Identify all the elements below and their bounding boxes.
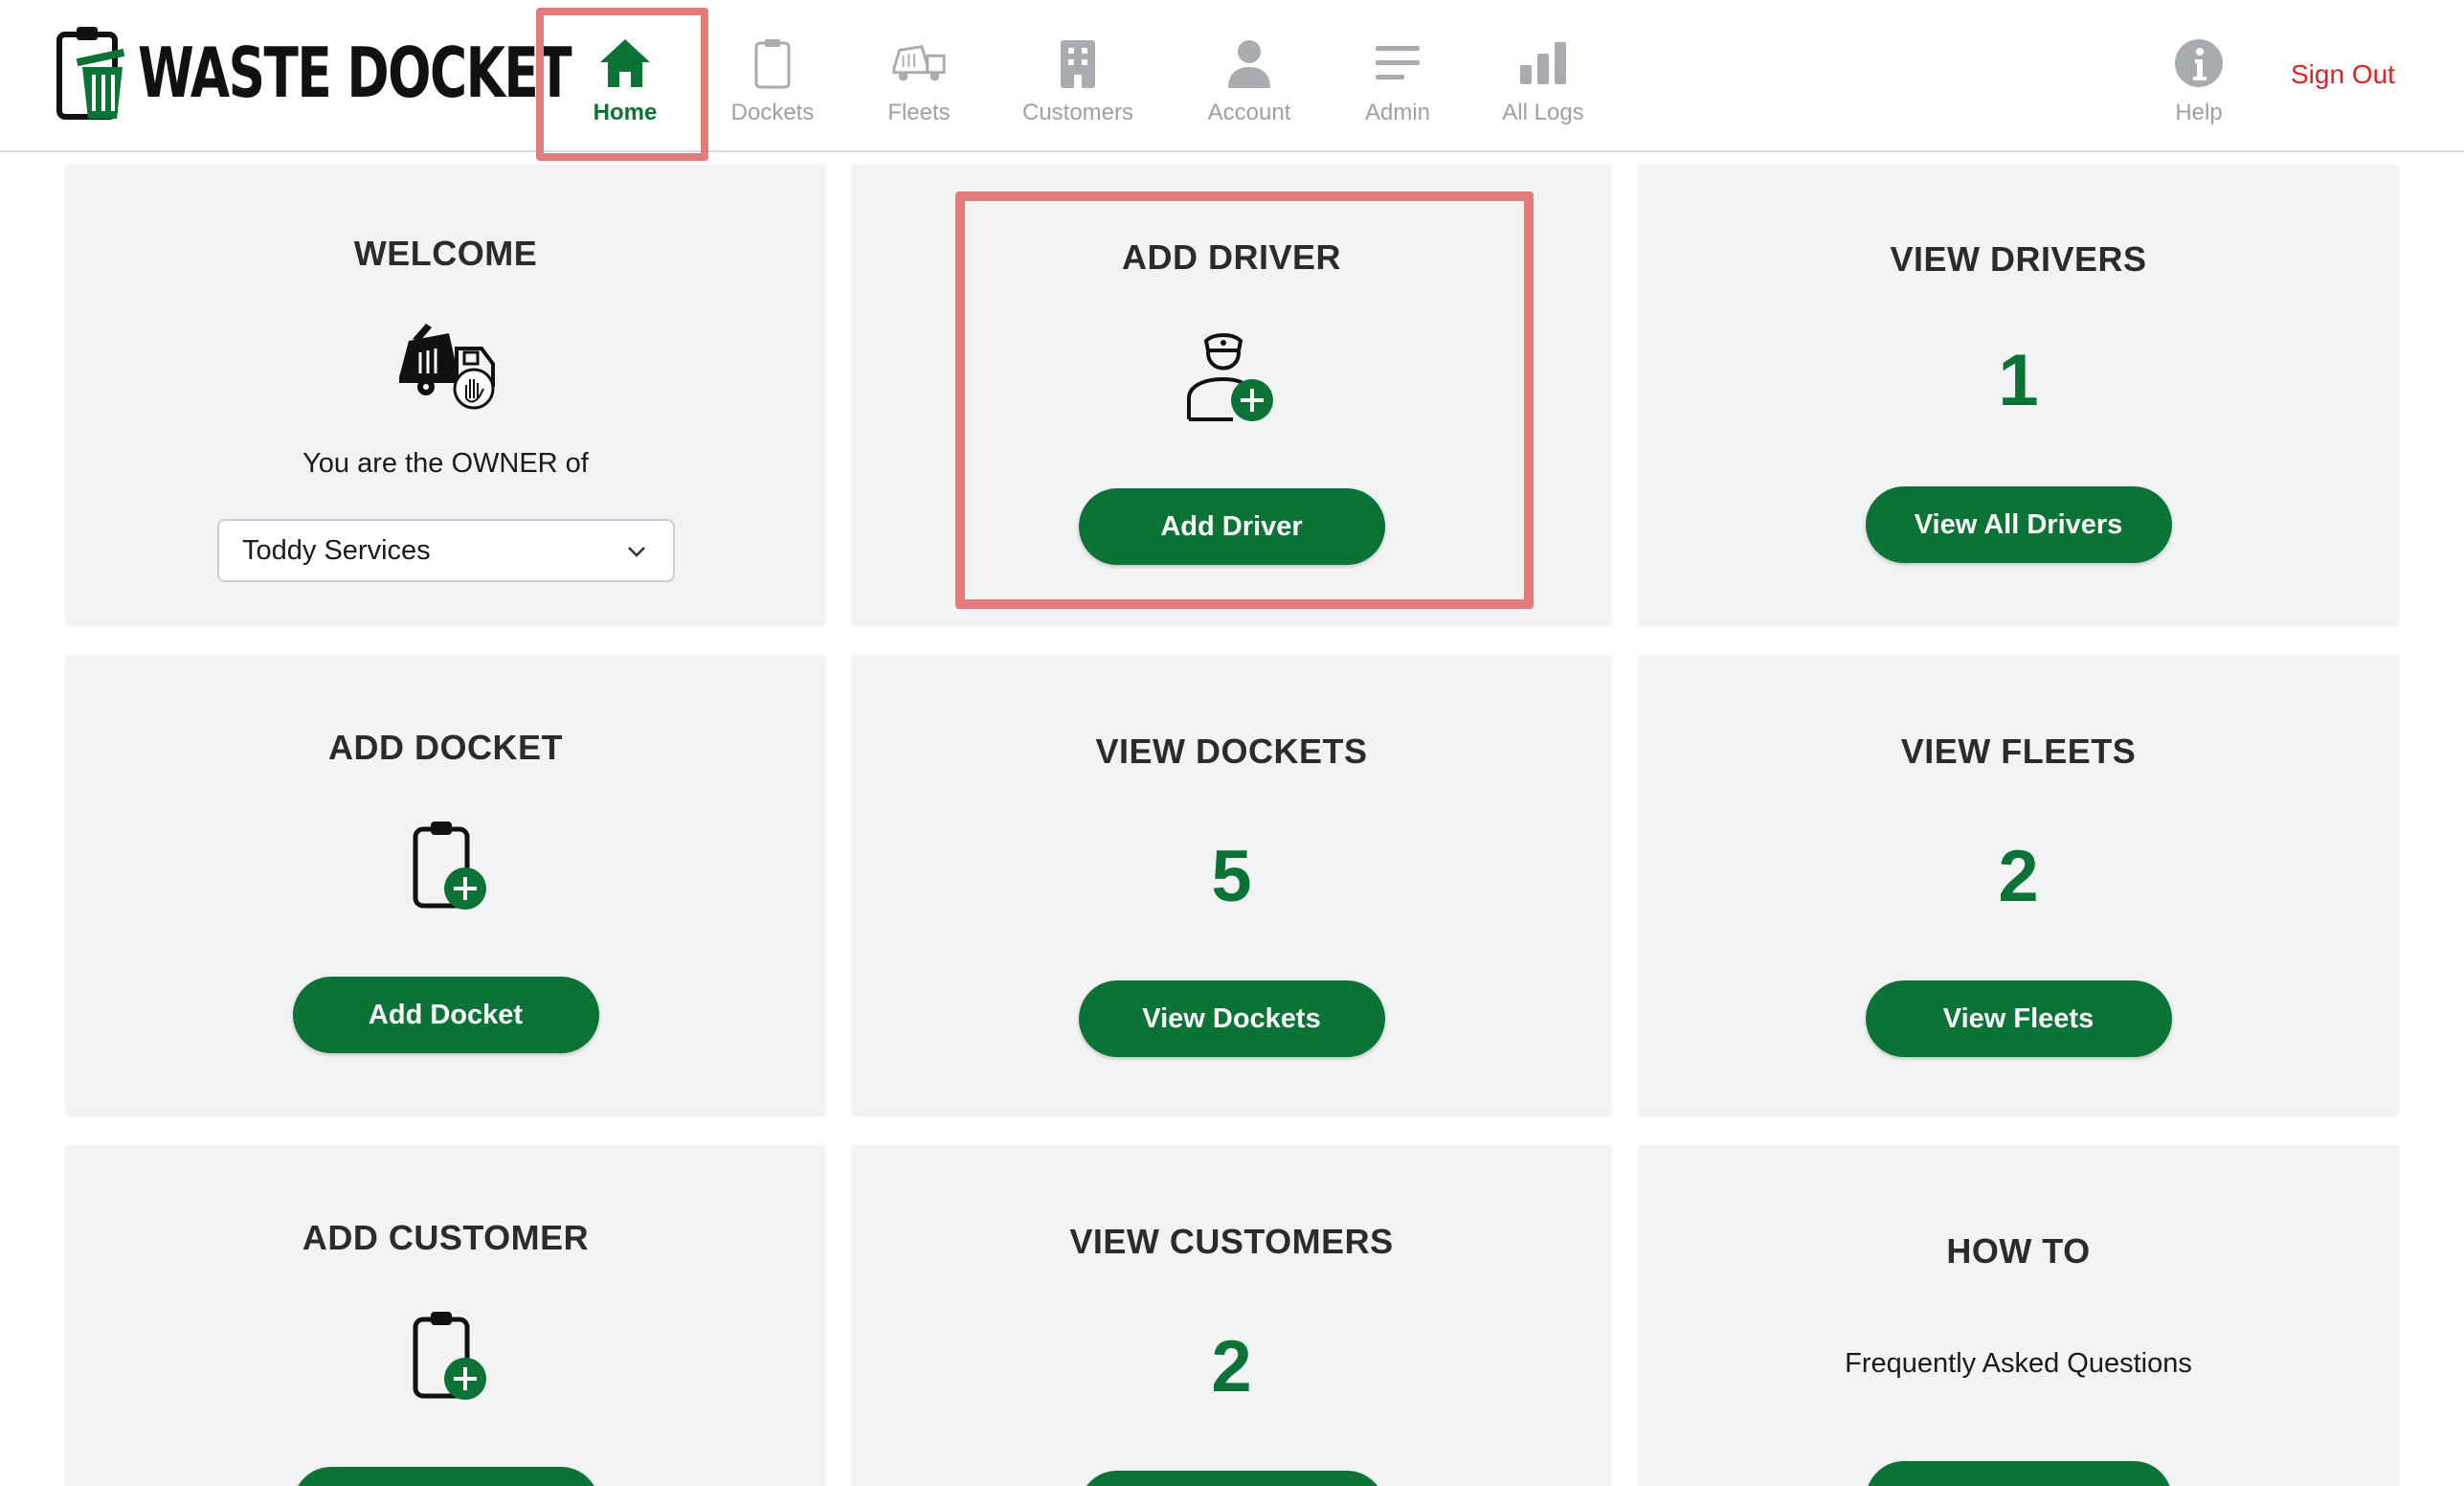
view-fleets-card: VIEW FLEETS 2 View Fleets (1639, 655, 2398, 1114)
view-fleets-button[interactable]: View Fleets (1865, 980, 2172, 1057)
nav-dockets[interactable]: Dockets (720, 0, 825, 152)
company-select-value: Toddy Services (242, 534, 431, 566)
user-icon (1221, 34, 1278, 92)
add-clipboard-icon (413, 1312, 486, 1400)
company-select[interactable]: Toddy Services (217, 519, 675, 582)
add-customer-button[interactable] (292, 1467, 599, 1486)
home-icon (596, 34, 654, 92)
customer-count: 2 (1211, 1326, 1252, 1407)
view-fleets-title: VIEW FLEETS (1900, 732, 2137, 771)
trash-clipboard-logo-icon (56, 27, 125, 120)
add-clipboard-icon (413, 822, 486, 910)
view-dockets-button[interactable]: View Dockets (1078, 980, 1385, 1057)
chevron-down-icon (628, 547, 645, 557)
view-customers-card: VIEW CUSTOMERS 2 (852, 1145, 1611, 1486)
nav-admin[interactable]: Admin (1354, 0, 1442, 152)
view-customers-button[interactable] (1078, 1471, 1385, 1486)
nav-all-logs[interactable]: All Logs (1495, 0, 1591, 152)
nav-customers-label: Customers (1021, 100, 1134, 125)
skip-truck-icon (398, 324, 495, 410)
nav-account[interactable]: Account (1197, 0, 1302, 152)
how-to-title: HOW TO (1946, 1231, 2091, 1271)
add-customer-title: ADD CUSTOMER (302, 1218, 590, 1257)
owner-text: You are the OWNER of (302, 448, 589, 479)
nav-fleets-label: Fleets (887, 100, 951, 125)
welcome-title: WELCOME (353, 234, 538, 273)
add-customer-card: ADD CUSTOMER (66, 1145, 825, 1486)
nav-customers[interactable]: Customers (1015, 0, 1141, 152)
sign-out-link[interactable]: Sign Out (2291, 59, 2395, 90)
top-navigation-bar: WASTE DOCKET Home Dockets Fleets Custome… (0, 0, 2464, 152)
view-customers-title: VIEW CUSTOMERS (1069, 1222, 1394, 1261)
fleet-count: 2 (1998, 836, 2039, 917)
add-docket-button[interactable]: Add Docket (292, 977, 599, 1053)
nav-help-label: Help (2175, 100, 2223, 125)
view-drivers-card: VIEW DRIVERS 1 View All Drivers (1639, 165, 2398, 624)
how-to-card: HOW TO Frequently Asked Questions (1639, 1145, 2398, 1486)
welcome-card: WELCOME You are the OWNER of Toddy Servi… (66, 165, 825, 624)
docket-count: 5 (1211, 836, 1252, 917)
add-docket-title: ADD DOCKET (328, 728, 563, 767)
nav-fleets[interactable]: Fleets (871, 0, 967, 152)
bar-chart-icon (1514, 34, 1572, 92)
brand-name: WASTE DOCKET (138, 33, 572, 113)
driver-count: 1 (1998, 340, 2039, 421)
nav-home-label: Home (593, 100, 658, 125)
menu-lines-icon (1369, 34, 1426, 92)
add-docket-card: ADD DOCKET Add Docket (66, 655, 825, 1114)
clipboard-icon (744, 34, 801, 92)
view-all-drivers-button[interactable]: View All Drivers (1865, 486, 2172, 563)
building-icon (1049, 34, 1107, 92)
add-driver-icon (1186, 333, 1273, 421)
view-dockets-card: VIEW DOCKETS 5 View Dockets (852, 655, 1611, 1114)
view-dockets-title: VIEW DOCKETS (1095, 732, 1368, 771)
faq-button[interactable] (1865, 1461, 2172, 1486)
nav-admin-label: Admin (1364, 100, 1431, 125)
add-driver-title: ADD DRIVER (1121, 237, 1341, 277)
add-driver-button[interactable]: Add Driver (1078, 488, 1385, 565)
nav-home[interactable]: Home (566, 0, 684, 152)
nav-all-logs-label: All Logs (1502, 100, 1584, 125)
add-driver-card: ADD DRIVER Add Driver (852, 165, 1611, 624)
nav-account-label: Account (1207, 100, 1291, 125)
info-icon (2170, 34, 2228, 92)
faq-text: Frequently Asked Questions (1845, 1348, 2192, 1379)
nav-help[interactable]: Help (2165, 0, 2232, 152)
nav-dockets-label: Dockets (730, 100, 815, 125)
truck-icon (890, 34, 948, 92)
view-drivers-title: VIEW DRIVERS (1890, 239, 2147, 279)
